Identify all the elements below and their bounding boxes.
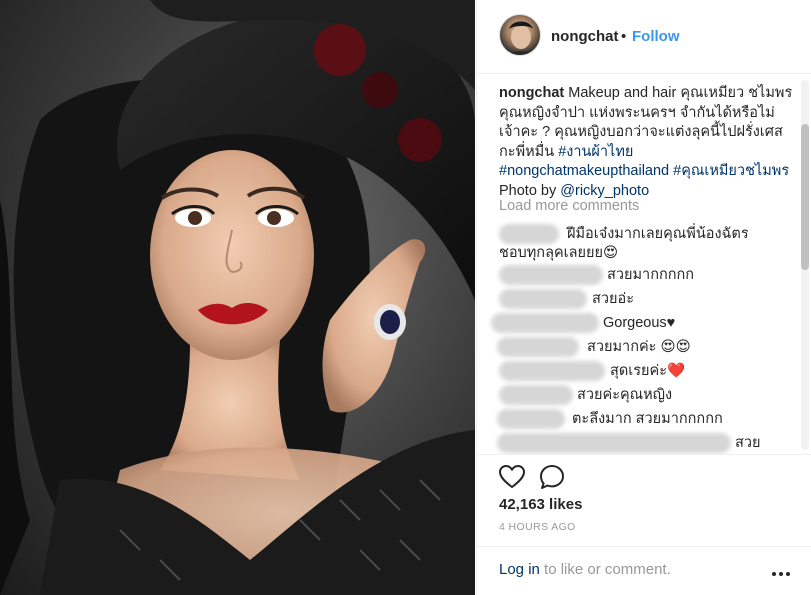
follow-button[interactable]: Follow xyxy=(632,28,680,45)
comment-text: สวยค่ะคุณหญิง xyxy=(577,387,673,403)
hashtag-link[interactable]: #nongchatmakeupthailand xyxy=(499,163,669,179)
comment-bubble-icon[interactable] xyxy=(538,463,566,491)
blurred-username xyxy=(499,361,605,381)
hashtag-link[interactable]: #งานผ้าไทย xyxy=(558,144,633,160)
header-separator-dot: • xyxy=(621,28,627,45)
blurred-username xyxy=(499,224,559,244)
post-header: nongchat • Follow xyxy=(477,0,811,74)
caption-username[interactable]: nongchat xyxy=(499,85,564,101)
login-prompt-text: to like or comment. xyxy=(539,561,671,578)
caption-photo-credit: Photo by xyxy=(499,182,557,199)
likes-count[interactable]: 42,163 likes xyxy=(499,496,582,513)
comment-text: สวยอ่ะ xyxy=(592,291,634,307)
comment-text: ตะลึงมาก สวยมากกกกก xyxy=(572,411,723,427)
post-footer: Log in to like or comment. xyxy=(477,546,811,595)
blurred-username xyxy=(499,289,587,309)
post-photo[interactable] xyxy=(0,0,475,595)
comment-text: สวย xyxy=(735,435,761,451)
load-more-comments-button[interactable]: Load more comments xyxy=(499,198,639,214)
comment-text: Gorgeous♥ xyxy=(603,315,676,331)
login-link[interactable]: Log in xyxy=(499,561,540,578)
blurred-username xyxy=(497,409,565,429)
blurred-username xyxy=(499,265,603,285)
hashtag-link[interactable]: #คุณเหมียวชไมพร xyxy=(673,163,789,179)
post-side-panel: nongchat • Follow nongchat Makeup and ha… xyxy=(476,0,811,595)
blurred-username xyxy=(491,313,599,333)
heart-icon[interactable] xyxy=(498,463,526,491)
comments-scrollbar-thumb[interactable] xyxy=(801,124,809,270)
portrait-illustration xyxy=(0,0,475,595)
avatar[interactable] xyxy=(499,14,541,56)
comments-list[interactable]: nongchat Makeup and hair คุณเหมียว ชไมพร… xyxy=(477,74,811,454)
comment-text: สวยมากกกกก xyxy=(607,267,695,283)
header-username[interactable]: nongchat xyxy=(551,28,619,45)
post-actions-bar xyxy=(477,454,811,494)
blurred-username xyxy=(499,385,573,405)
login-prompt: Log in to like or comment. xyxy=(499,561,671,578)
post-caption: nongchat Makeup and hair คุณเหมียว ชไมพร… xyxy=(499,84,795,201)
comment-text: สวยมากค่ะ 😍😍 xyxy=(587,339,691,355)
comment-text: สุดเรยค่ะ❤️ xyxy=(610,363,686,379)
blurred-username xyxy=(497,433,731,453)
more-options-icon[interactable] xyxy=(771,565,791,576)
mention-link[interactable]: @ricky_photo xyxy=(560,183,649,199)
comment-text: ชอบทุกลุคเลยยย😍 xyxy=(499,245,619,261)
comment-text: ฝีมือเจ๋งมากเลยคุณพี่น้องฉัตร xyxy=(567,226,749,242)
post-timestamp: 4 HOURS AGO xyxy=(499,521,576,533)
blurred-username xyxy=(497,337,579,357)
